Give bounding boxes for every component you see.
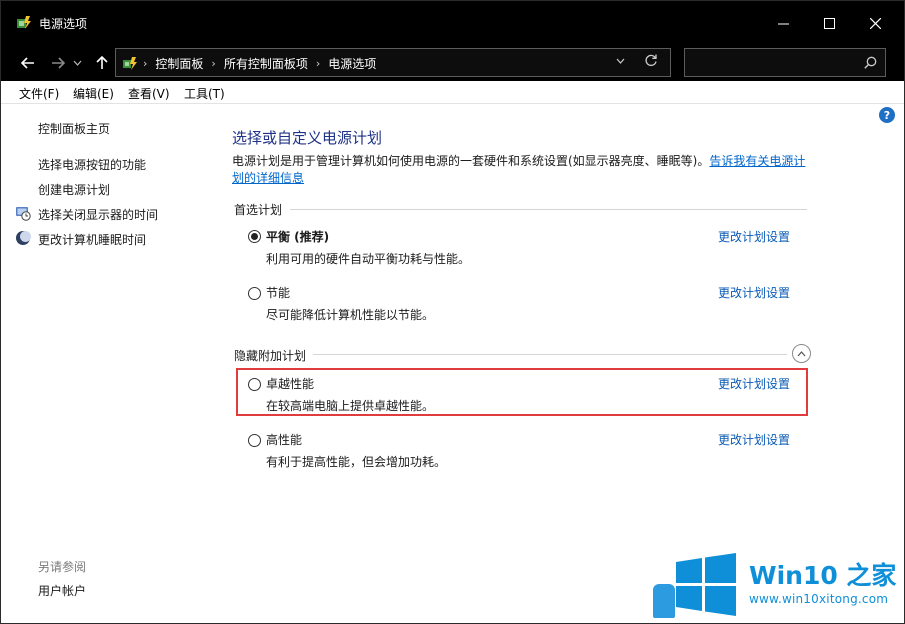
plan-high-performance-name[interactable]: 高性能 <box>266 431 302 448</box>
watermark-brand: Win10 之家 <box>749 561 897 590</box>
menu-edit[interactable]: 编辑(E) <box>73 85 114 102</box>
plan-high-performance-description: 有利于提高性能，但会增加功耗。 <box>266 455 447 469</box>
learn-more-link[interactable]: 告诉我有关电源计 <box>709 154 805 168</box>
hidden-plans-heading: 隐藏附加计划 <box>234 349 307 363</box>
navigation-bar: › 控制面板 › 所有控制面板项 › 电源选项 <box>1 45 904 81</box>
up-button[interactable] <box>92 53 112 73</box>
breadcrumb-control-panel[interactable]: 控制面板 <box>155 55 203 72</box>
search-input[interactable] <box>684 48 886 77</box>
sidebar-item-control-panel-home[interactable]: 控制面板主页 <box>38 120 110 137</box>
menu-file[interactable]: 文件(F) <box>19 85 59 102</box>
watermark-url: www.win10xitong.com <box>749 592 889 606</box>
learn-more-link-continued[interactable]: 划的详细信息 <box>232 171 304 185</box>
menu-bar: 文件(F) 编辑(E) 查看(V) 工具(T) <box>1 81 904 104</box>
power-options-window: 电源选项 › 控制面板 › 所有控制面板项 › 电源选项 文件(F) 编辑(E)… <box>0 0 905 624</box>
breadcrumb: › 控制面板 › 所有控制面板项 › 电源选项 <box>143 55 376 72</box>
page-description: 电源计划是用于管理计算机如何使用电源的一套硬件和系统设置(如显示器亮度、睡眠等)… <box>232 153 812 187</box>
breadcrumb-all-items[interactable]: 所有控制面板项 <box>224 55 308 72</box>
close-button[interactable] <box>852 1 898 45</box>
breadcrumb-separator-icon: › <box>143 57 148 70</box>
breadcrumb-separator-icon: › <box>211 57 216 70</box>
watermark: Win10 之家 www.win10xitong.com <box>649 544 904 623</box>
plan-power-saver-description: 尽可能降低计算机性能以节能。 <box>266 308 435 322</box>
sidebar-item-sleep-time[interactable]: 更改计算机睡眠时间 <box>38 231 146 248</box>
search-icon <box>864 56 877 69</box>
back-button[interactable] <box>18 53 38 73</box>
forward-arrow-icon <box>52 57 65 69</box>
monitor-clock-icon <box>16 207 31 221</box>
bird-icon <box>653 584 675 618</box>
plan-power-saver-name[interactable]: 节能 <box>266 284 290 301</box>
plan-high-performance-radio[interactable] <box>248 434 261 447</box>
plan-power-saver-settings-link[interactable]: 更改计划设置 <box>718 284 790 301</box>
minimize-icon <box>777 23 789 24</box>
refresh-button[interactable] <box>644 53 658 71</box>
plan-ultimate-performance-name[interactable]: 卓越性能 <box>266 375 314 392</box>
window-title: 电源选项 <box>39 17 88 31</box>
plan-balanced-name[interactable]: 平衡 (推荐) <box>266 228 329 245</box>
sidebar-item-create-plan[interactable]: 创建电源计划 <box>38 181 110 198</box>
chevron-up-icon <box>797 350 806 356</box>
description-text: 电源计划是用于管理计算机如何使用电源的一套硬件和系统设置(如显示器亮度、睡眠等)… <box>232 154 710 168</box>
plan-power-saver-radio[interactable] <box>248 287 261 300</box>
windows-logo-icon <box>676 553 736 616</box>
plan-balanced-settings-link[interactable]: 更改计划设置 <box>718 228 790 245</box>
sidebar-item-user-accounts[interactable]: 用户帐户 <box>38 582 86 599</box>
preferred-plans-heading: 首选计划 <box>234 203 283 217</box>
breadcrumb-power-options[interactable]: 电源选项 <box>328 55 376 72</box>
up-arrow-icon <box>96 56 108 69</box>
recent-locations-button[interactable] <box>71 53 83 73</box>
address-bar[interactable]: › 控制面板 › 所有控制面板项 › 电源选项 <box>115 48 671 77</box>
plan-high-performance-settings-link[interactable]: 更改计划设置 <box>718 431 790 448</box>
plan-ultimate-performance-radio[interactable] <box>248 378 261 391</box>
menu-tools[interactable]: 工具(T) <box>184 85 225 102</box>
sidebar-item-display-off[interactable]: 选择关闭显示器的时间 <box>38 206 158 223</box>
back-arrow-icon <box>21 57 34 69</box>
page-title: 选择或自定义电源计划 <box>232 129 383 147</box>
plan-ultimate-performance-description: 在较高端电脑上提供卓越性能。 <box>266 399 435 413</box>
minimize-button[interactable] <box>760 1 806 45</box>
power-options-icon <box>17 16 31 29</box>
menu-view[interactable]: 查看(V) <box>128 85 170 102</box>
forward-button[interactable] <box>48 53 68 73</box>
divider <box>313 354 787 355</box>
see-also-heading: 另请参阅 <box>38 560 87 574</box>
control-panel-icon <box>123 57 137 70</box>
help-icon[interactable]: ? <box>879 107 895 123</box>
breadcrumb-separator-icon: › <box>315 57 321 70</box>
plan-ultimate-performance-settings-link[interactable]: 更改计划设置 <box>718 375 790 392</box>
close-icon <box>869 17 881 29</box>
address-dropdown-button[interactable] <box>616 54 625 67</box>
title-bar: 电源选项 <box>1 1 904 45</box>
sidebar-item-power-button[interactable]: 选择电源按钮的功能 <box>38 156 146 173</box>
plan-balanced-description: 利用可用的硬件自动平衡功耗与性能。 <box>266 252 471 266</box>
refresh-icon <box>645 54 657 67</box>
divider <box>290 209 807 210</box>
collapse-hidden-plans-button[interactable] <box>792 344 811 363</box>
maximize-icon <box>823 17 835 29</box>
chevron-down-icon <box>616 58 625 64</box>
chevron-down-icon <box>73 60 81 66</box>
plan-balanced-radio[interactable] <box>248 230 261 243</box>
moon-icon <box>16 231 31 245</box>
maximize-button[interactable] <box>806 1 852 45</box>
